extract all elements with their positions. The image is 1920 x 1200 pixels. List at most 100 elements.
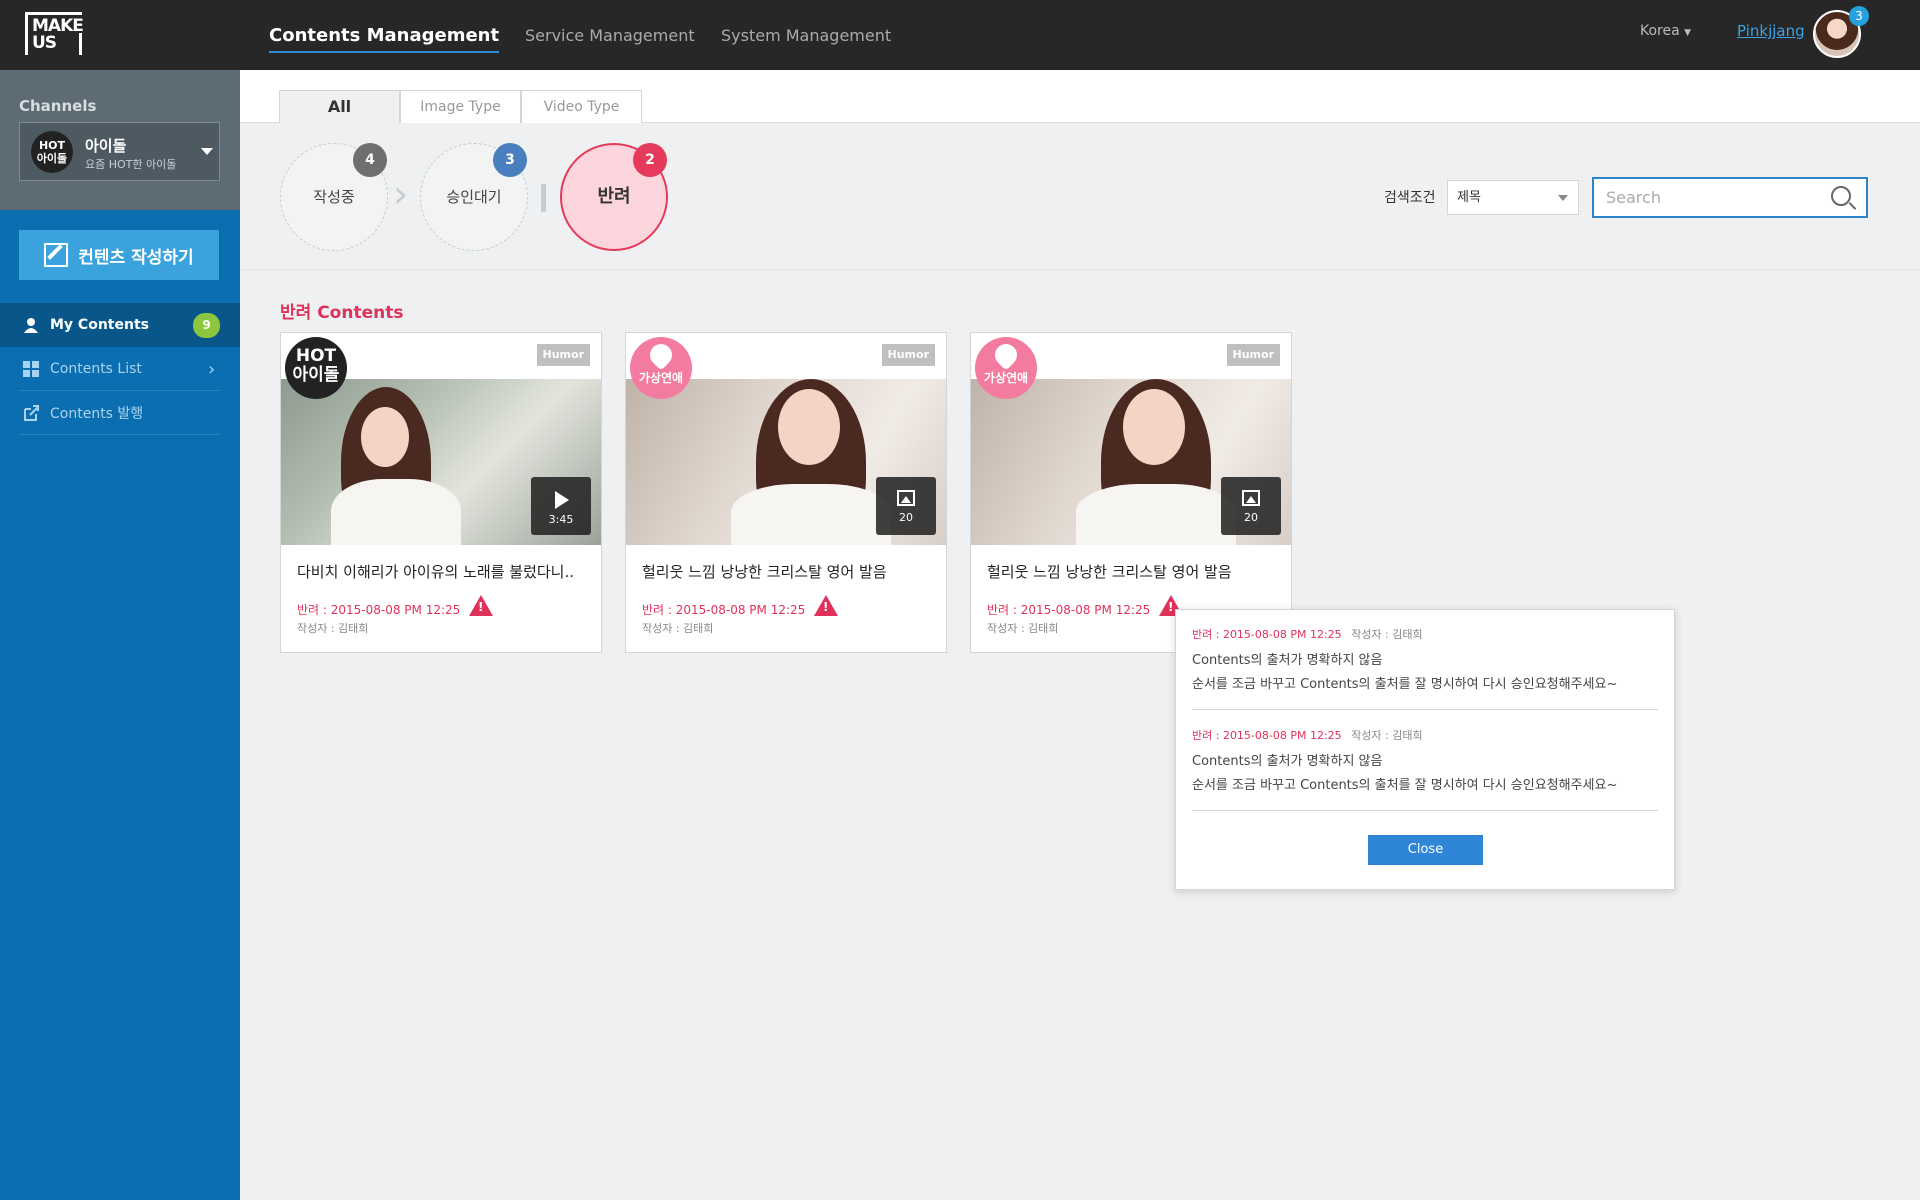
channel-logo-line2: 아이돌	[36, 152, 68, 165]
user-icon	[24, 318, 38, 333]
rejection-meta: 반려 : 2015-08-08 PM 12:25 작성자 : 김태희	[1192, 626, 1658, 642]
my-contents-count-badge: 9	[193, 313, 220, 338]
category-tag: Humor	[881, 344, 935, 366]
sidebar-item-label: Contents List	[50, 361, 142, 377]
video-badge: 3:45	[531, 477, 591, 535]
card-title: 헐리웃 느낌 낭낭한 크리스탈 영어 발음	[987, 563, 1232, 581]
tab-image-type[interactable]: Image Type	[400, 90, 521, 124]
nav-contents-management[interactable]: Contents Management	[269, 0, 500, 70]
rejection-date: 반려 : 2015-08-08 PM 12:25	[1192, 628, 1342, 641]
content-card[interactable]: 20 가상연애 Humor 헐리웃 느낌 낭낭한 크리스탈 영어 발음 반려 :…	[625, 332, 947, 653]
share-icon	[24, 405, 39, 421]
rejection-meta: 반려 : 2015-08-08 PM 12:25 작성자 : 김태희	[1192, 727, 1658, 743]
caret-down-icon: ▼	[1684, 28, 1692, 38]
divider	[541, 184, 546, 212]
channel-badge: 가상연애	[630, 337, 692, 399]
channel-badge: 가상연애	[975, 337, 1037, 399]
channel-logo-line1: HOT	[38, 139, 66, 152]
chevron-right-icon: ›	[208, 358, 216, 380]
reject-date: 반려 : 2015-08-08 PM 12:25	[297, 603, 461, 617]
rejection-reason: Contents의 출처가 명확하지 않음	[1192, 653, 1383, 668]
rejection-author: 작성자 : 김태희	[1351, 729, 1423, 742]
nav-service-management[interactable]: Service Management	[525, 0, 695, 70]
card-author: 작성자 : 김태희	[642, 622, 714, 635]
status-label: 승인대기	[446, 188, 502, 206]
write-content-label: 컨텐츠 작성하기	[78, 247, 194, 268]
region-label: Korea	[1640, 23, 1680, 39]
channels-label: Channels	[19, 97, 97, 115]
image-count: 20	[1244, 511, 1258, 524]
warning-icon[interactable]: !	[469, 595, 493, 616]
grid-icon	[23, 361, 39, 377]
edit-icon	[44, 243, 69, 267]
region-dropdown[interactable]: Korea ▼	[1640, 23, 1691, 39]
card-title: 다비치 이해리가 아이유의 노래를 불렀다니..	[297, 563, 575, 581]
rejection-history-popup: 반려 : 2015-08-08 PM 12:25 작성자 : 김태희 Conte…	[1175, 609, 1675, 890]
rejection-entry: 반려 : 2015-08-08 PM 12:25 작성자 : 김태희 Conte…	[1192, 626, 1658, 692]
status-count-badge: 2	[633, 143, 667, 177]
reject-date: 반려 : 2015-08-08 PM 12:25	[987, 603, 1151, 617]
tab-video-type[interactable]: Video Type	[521, 90, 642, 124]
channel-subtitle: 요즘 HOT한 아이돌	[85, 158, 177, 171]
content-card[interactable]: 3:45 HOT 아이돌 Humor 다비치 이해리가 아이유의 노래를 불렀다…	[280, 332, 602, 653]
logo-text-line2: US	[32, 33, 57, 53]
image-count-badge: 20	[876, 477, 936, 535]
caret-down-icon	[201, 148, 213, 155]
close-button[interactable]: Close	[1368, 835, 1483, 865]
status-label: 반려	[597, 186, 631, 207]
search-input[interactable]	[1592, 177, 1868, 218]
search-condition-select[interactable]: 제목	[1447, 180, 1579, 215]
nav-system-management[interactable]: System Management	[721, 0, 891, 70]
image-icon	[1242, 490, 1260, 506]
chevron-right-icon: ›	[393, 172, 409, 216]
username-link[interactable]: Pinkjjang	[1737, 22, 1805, 40]
warning-icon[interactable]: !	[814, 595, 838, 616]
makeus-logo[interactable]: MAKE US	[25, 12, 84, 55]
divider	[1192, 709, 1658, 710]
status-count-badge: 3	[493, 143, 527, 177]
channels-panel: Channels HOT 아이돌 아이돌 요즘 HOT한 아이돌	[0, 70, 240, 210]
rejection-entry: 반려 : 2015-08-08 PM 12:25 작성자 : 김태희 Conte…	[1192, 727, 1658, 793]
play-icon	[555, 491, 569, 509]
status-count-badge: 4	[353, 143, 387, 177]
rejection-instruction: 순서를 조금 바꾸고 Contents의 출처를 잘 명시하여 다시 승인요청해…	[1192, 677, 1618, 692]
rejection-reason: Contents의 출처가 명확하지 않음	[1192, 754, 1383, 769]
card-author: 작성자 : 김태희	[297, 622, 369, 635]
image-count: 20	[899, 511, 913, 524]
card-title: 헐리웃 느낌 낭낭한 크리스탈 영어 발음	[642, 563, 887, 581]
card-author: 작성자 : 김태희	[987, 622, 1059, 635]
content-thumbnail: 20	[971, 379, 1291, 545]
sidebar-item-label: My Contents	[50, 317, 149, 333]
content-card[interactable]: 20 가상연애 Humor 헐리웃 느낌 낭낭한 크리스탈 영어 발음 반려 :…	[970, 332, 1292, 653]
rejection-date: 반려 : 2015-08-08 PM 12:25	[1192, 729, 1342, 742]
sidebar-item-my-contents[interactable]: My Contents 9	[0, 303, 240, 347]
video-duration: 3:45	[548, 513, 574, 526]
content-thumbnail: 20	[626, 379, 946, 545]
rejection-author: 작성자 : 김태희	[1351, 628, 1423, 641]
sidebar-item-contents-publish[interactable]: Contents 발행	[0, 391, 240, 435]
search-icon[interactable]	[1831, 186, 1851, 206]
category-tag: Humor	[536, 344, 590, 366]
content-thumbnail: 3:45	[281, 379, 601, 545]
channel-logo: HOT 아이돌	[31, 131, 73, 173]
sidebar-item-contents-list[interactable]: Contents List ›	[0, 347, 240, 391]
write-content-button[interactable]: 컨텐츠 작성하기	[19, 230, 219, 280]
channel-select[interactable]: HOT 아이돌 아이돌 요즘 HOT한 아이돌	[19, 122, 220, 181]
tab-all[interactable]: All	[279, 90, 400, 124]
sidebar-item-label: Contents 발행	[50, 406, 144, 422]
channel-badge-line1: HOT	[295, 346, 337, 366]
menu-divider	[19, 434, 220, 435]
reject-date: 반려 : 2015-08-08 PM 12:25	[642, 603, 806, 617]
category-tag: Humor	[1226, 344, 1280, 366]
rejection-instruction: 순서를 조금 바꾸고 Contents의 출처를 잘 명시하여 다시 승인요청해…	[1192, 778, 1618, 793]
notification-badge: 3	[1849, 6, 1869, 26]
sidebar: Channels HOT 아이돌 아이돌 요즘 HOT한 아이돌 컨텐츠 작성하…	[0, 70, 240, 1200]
type-tabs-bar: All Image Type Video Type	[240, 70, 1920, 124]
status-label: 작성중	[313, 188, 355, 206]
channel-badge-line2: 아이돌	[292, 365, 340, 385]
top-bar: MAKE US Contents Management Service Mana…	[0, 0, 1920, 70]
channel-badge-label: 가상연애	[638, 371, 684, 385]
channel-badge-label: 가상연애	[983, 371, 1029, 385]
image-count-badge: 20	[1221, 477, 1281, 535]
channel-badge: HOT 아이돌	[285, 337, 347, 399]
